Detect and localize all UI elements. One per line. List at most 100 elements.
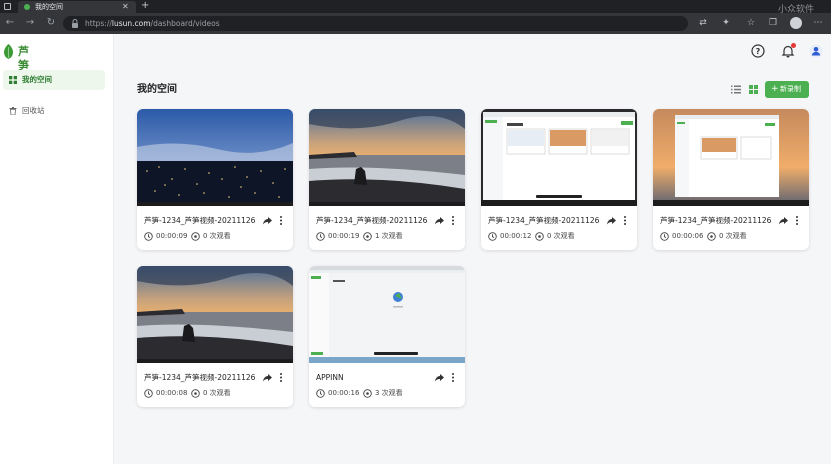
grid-icon <box>9 76 17 84</box>
views-icon <box>191 389 200 398</box>
video-title[interactable]: APPINN <box>316 372 438 383</box>
sidebar-item-trash[interactable]: 回收站 <box>3 101 105 121</box>
video-meta: 00:00:09 0 次观看 <box>144 231 289 242</box>
video-views: 0 次观看 <box>203 232 231 240</box>
new-recording-label: 新录制 <box>780 85 801 93</box>
browser-profile-icon[interactable] <box>790 17 802 29</box>
views-icon <box>535 232 544 241</box>
more-options-icon[interactable] <box>622 215 628 226</box>
clock-icon <box>144 389 153 398</box>
video-title[interactable]: 芦笋-1234_芦笋视频-20211126 <box>144 215 266 226</box>
video-title[interactable]: 芦笋-1234_芦笋视频-20211126 <box>144 372 266 383</box>
video-duration: 00:00:19 <box>328 232 360 240</box>
tab-title: 我的空间 <box>35 3 63 11</box>
video-views: 1 次观看 <box>375 232 403 240</box>
video-thumbnail[interactable] <box>653 109 809 206</box>
share-icon[interactable] <box>263 216 272 225</box>
video-duration: 00:00:12 <box>500 232 532 240</box>
more-options-icon[interactable] <box>278 215 284 226</box>
svg-text:?: ? <box>756 47 761 56</box>
browser-tab[interactable]: 我的空间 ✕ <box>18 1 136 13</box>
clock-icon <box>316 232 325 241</box>
video-card[interactable]: 芦笋-1234_芦笋视频-20211126 00:00:12 0 次观看 <box>481 109 637 250</box>
browser-toolbar: ← → ↻ https://lusun.com/dashboard/videos… <box>0 13 831 34</box>
video-meta: 00:00:19 1 次观看 <box>316 231 461 242</box>
new-recording-button[interactable]: + 新录制 <box>765 81 809 98</box>
watermark: 小众软件 <box>778 5 815 15</box>
clock-icon <box>488 232 497 241</box>
views-icon <box>191 232 200 241</box>
sidebar-item-label: 我的空间 <box>22 75 52 84</box>
translate-icon[interactable]: ⇄ <box>697 17 709 29</box>
clock-icon <box>316 389 325 398</box>
video-meta: 00:00:16 3 次观看 <box>316 388 461 399</box>
logo-text: 芦笋 <box>18 45 30 72</box>
video-thumbnail[interactable] <box>309 266 465 363</box>
help-icon[interactable]: ? <box>751 44 765 58</box>
back-icon[interactable]: ← <box>4 17 16 29</box>
address-bar[interactable]: https://lusun.com/dashboard/videos <box>63 16 688 31</box>
more-options-icon[interactable] <box>450 372 456 383</box>
share-icon[interactable] <box>435 373 444 382</box>
share-icon[interactable] <box>779 216 788 225</box>
clock-icon <box>660 232 669 241</box>
video-views: 0 次观看 <box>203 389 231 397</box>
video-duration: 00:00:08 <box>156 389 188 397</box>
video-card[interactable]: 芦笋-1234_芦笋视频-20211126 00:00:09 0 次观看 <box>137 109 293 250</box>
share-icon[interactable] <box>607 216 616 225</box>
video-duration: 00:00:09 <box>156 232 188 240</box>
video-card[interactable]: 芦笋-1234_芦笋视频-20211126 00:00:19 1 次观看 <box>309 109 465 250</box>
page-title: 我的空间 <box>137 84 177 95</box>
video-duration: 00:00:06 <box>672 232 704 240</box>
video-card[interactable]: 芦笋-1234_芦笋视频-20211126 00:00:08 0 次观看 <box>137 266 293 407</box>
plus-icon: + <box>771 84 779 94</box>
views-icon <box>363 232 372 241</box>
views-icon <box>363 389 372 398</box>
video-thumbnail[interactable] <box>137 266 293 363</box>
video-meta: 00:00:08 0 次观看 <box>144 388 289 399</box>
video-title[interactable]: 芦笋-1234_芦笋视频-20211126 <box>488 215 610 226</box>
sidebar-item-my-space[interactable]: 我的空间 <box>3 70 105 90</box>
more-options-icon[interactable] <box>278 372 284 383</box>
more-options-icon[interactable] <box>794 215 800 226</box>
extension-icon[interactable]: ✦ <box>720 17 732 29</box>
leaf-logo-icon <box>3 44 14 59</box>
notification-badge <box>791 43 796 48</box>
browser-tab-strip: 我的空间 ✕ + <box>0 0 831 13</box>
views-icon <box>707 232 716 241</box>
favorite-icon[interactable]: ☆ <box>745 17 757 29</box>
video-views: 0 次观看 <box>547 232 575 240</box>
collections-icon[interactable]: ❐ <box>767 17 779 29</box>
video-card[interactable]: APPINN 00:00:16 3 次观看 <box>309 266 465 407</box>
video-thumbnail[interactable] <box>309 109 465 206</box>
tab-favicon-icon <box>24 4 30 10</box>
share-icon[interactable] <box>263 373 272 382</box>
clock-icon <box>144 232 153 241</box>
video-meta: 00:00:12 0 次观看 <box>488 231 633 242</box>
window-menu-icon[interactable] <box>4 3 11 10</box>
video-title[interactable]: 芦笋-1234_芦笋视频-20211126 <box>316 215 438 226</box>
user-avatar-icon[interactable] <box>809 44 823 58</box>
reload-icon[interactable]: ↻ <box>45 17 57 29</box>
video-thumbnail[interactable] <box>137 109 293 206</box>
sidebar-item-label: 回收站 <box>22 106 45 115</box>
video-title[interactable]: 芦笋-1234_芦笋视频-20211126 <box>660 215 782 226</box>
video-views: 0 次观看 <box>719 232 747 240</box>
video-card[interactable]: 芦笋-1234_芦笋视频-20211126 00:00:06 0 次观看 <box>653 109 809 250</box>
sidebar: 芦笋 我的空间 回收站 <box>0 34 114 464</box>
video-meta: 00:00:06 0 次观看 <box>660 231 805 242</box>
share-icon[interactable] <box>435 216 444 225</box>
forward-icon[interactable]: → <box>24 17 36 29</box>
more-options-icon[interactable] <box>450 215 456 226</box>
url-text[interactable]: https://lusun.com/dashboard/videos <box>85 18 220 29</box>
lock-icon[interactable] <box>71 19 79 28</box>
browser-menu-icon[interactable]: ⋯ <box>812 17 824 29</box>
grid-view-icon[interactable] <box>749 85 758 94</box>
video-duration: 00:00:16 <box>328 389 360 397</box>
tab-close-icon[interactable]: ✕ <box>122 1 129 12</box>
list-view-icon[interactable] <box>731 85 741 94</box>
video-thumbnail[interactable] <box>481 109 637 206</box>
video-views: 3 次观看 <box>375 389 403 397</box>
new-tab-button[interactable]: + <box>141 0 149 12</box>
trash-icon <box>9 107 17 115</box>
